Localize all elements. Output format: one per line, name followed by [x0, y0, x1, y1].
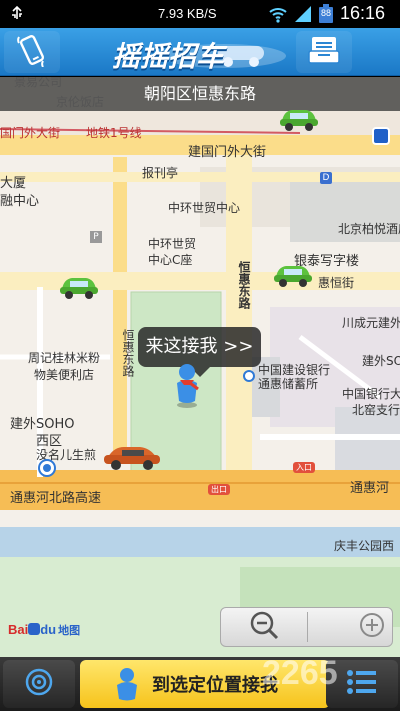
orders-button[interactable]: [296, 31, 352, 73]
parking-icon: P: [90, 231, 102, 243]
poi-target-icon: [243, 370, 255, 382]
map-label: 川成元建外: [342, 316, 400, 330]
map-label: 入口: [293, 462, 315, 473]
zoom-in-icon: [358, 611, 386, 643]
map-label: 物美便利店: [34, 368, 95, 382]
baidu-map-brand: Bai du 地图: [8, 622, 80, 638]
map-label: 大厦: [0, 176, 27, 191]
map-label: 京伦饭店: [56, 95, 105, 109]
bus-stop-icon: D: [320, 172, 332, 184]
menu-list-icon: [345, 668, 379, 700]
map-label: 通惠河: [350, 481, 390, 496]
map-label: 中国银行大: [342, 387, 400, 401]
map-label: 建国门外大街: [188, 145, 267, 160]
map-view[interactable]: 朝阳区恒惠东路 景易公司 京伦饭店 国门外大街 地铁1号线 建国门外大街 报刊亭…: [0, 77, 400, 657]
zoom-out-button[interactable]: [221, 608, 307, 646]
taxi-car-icon[interactable]: [278, 105, 320, 135]
map-label: 报刊亭: [142, 166, 179, 180]
map-label: 出口: [208, 484, 230, 495]
map-label: 惠恒街: [318, 276, 355, 290]
status-bar: 7.93 KB/S 88 16:16: [0, 0, 400, 28]
map-label: 国门外大街: [0, 126, 61, 140]
map-label: 恒惠东路: [121, 329, 135, 377]
network-speed: 7.93 KB/S: [158, 6, 217, 21]
usb-icon: [8, 5, 26, 27]
map-label: 中心C座: [148, 253, 193, 267]
map-label: 周记桂林米粉: [28, 351, 101, 365]
battery-percent: 88: [321, 8, 332, 18]
subway-station-icon: [372, 127, 390, 145]
wifi-icon: [268, 5, 288, 27]
app-logo: 摇摇招车: [106, 32, 296, 73]
bottom-bar: 到选定位置接我: [0, 657, 400, 711]
map-label: 景易公司: [14, 77, 63, 89]
map-label: 通惠河北路高速: [10, 491, 102, 506]
map-label: 北京柏悦酒店: [338, 222, 400, 236]
map-label: 建外SO: [362, 354, 400, 368]
baidu-brand-text: Bai: [8, 622, 29, 637]
person-icon: [114, 667, 140, 701]
phone-button[interactable]: [4, 31, 60, 73]
clock: 16:16: [340, 3, 386, 23]
map-label: 地铁1号线: [86, 126, 142, 140]
map-label: 融中心: [0, 194, 40, 209]
app-logo-text: 摇摇招车: [112, 40, 225, 73]
locate-button[interactable]: [3, 660, 75, 708]
phone-icon: [15, 33, 49, 71]
map-label: 恒惠东路: [237, 261, 251, 309]
my-location-icon: [38, 459, 56, 477]
signal-icon: [294, 5, 312, 27]
watermark: 2265: [262, 654, 338, 692]
zoom-control: [220, 607, 393, 647]
taxi-car-icon[interactable]: [58, 273, 100, 303]
map-label: 北窑支行: [352, 403, 400, 417]
private-car-icon[interactable]: [102, 443, 162, 475]
map-label: 中环世贸中心: [168, 201, 241, 215]
inbox-icon: [307, 35, 341, 69]
map-label: 通惠储蓄所: [258, 377, 319, 391]
locate-icon: [23, 666, 55, 702]
baidu-brand-text-3: 地图: [58, 625, 81, 637]
confirm-pickup-label: 到选定位置接我: [152, 675, 278, 696]
taxi-car-icon[interactable]: [272, 261, 314, 291]
app-header: 摇摇招车: [0, 28, 400, 76]
zoom-out-icon: [249, 610, 279, 644]
map-label: 中环世贸: [148, 237, 197, 251]
baidu-brand-text-2: du: [40, 622, 57, 637]
person-pin-icon: [170, 361, 204, 413]
baidu-paw-icon: [28, 623, 41, 635]
map-label: 庆丰公园西: [334, 539, 395, 553]
zoom-in-button[interactable]: [308, 608, 394, 646]
